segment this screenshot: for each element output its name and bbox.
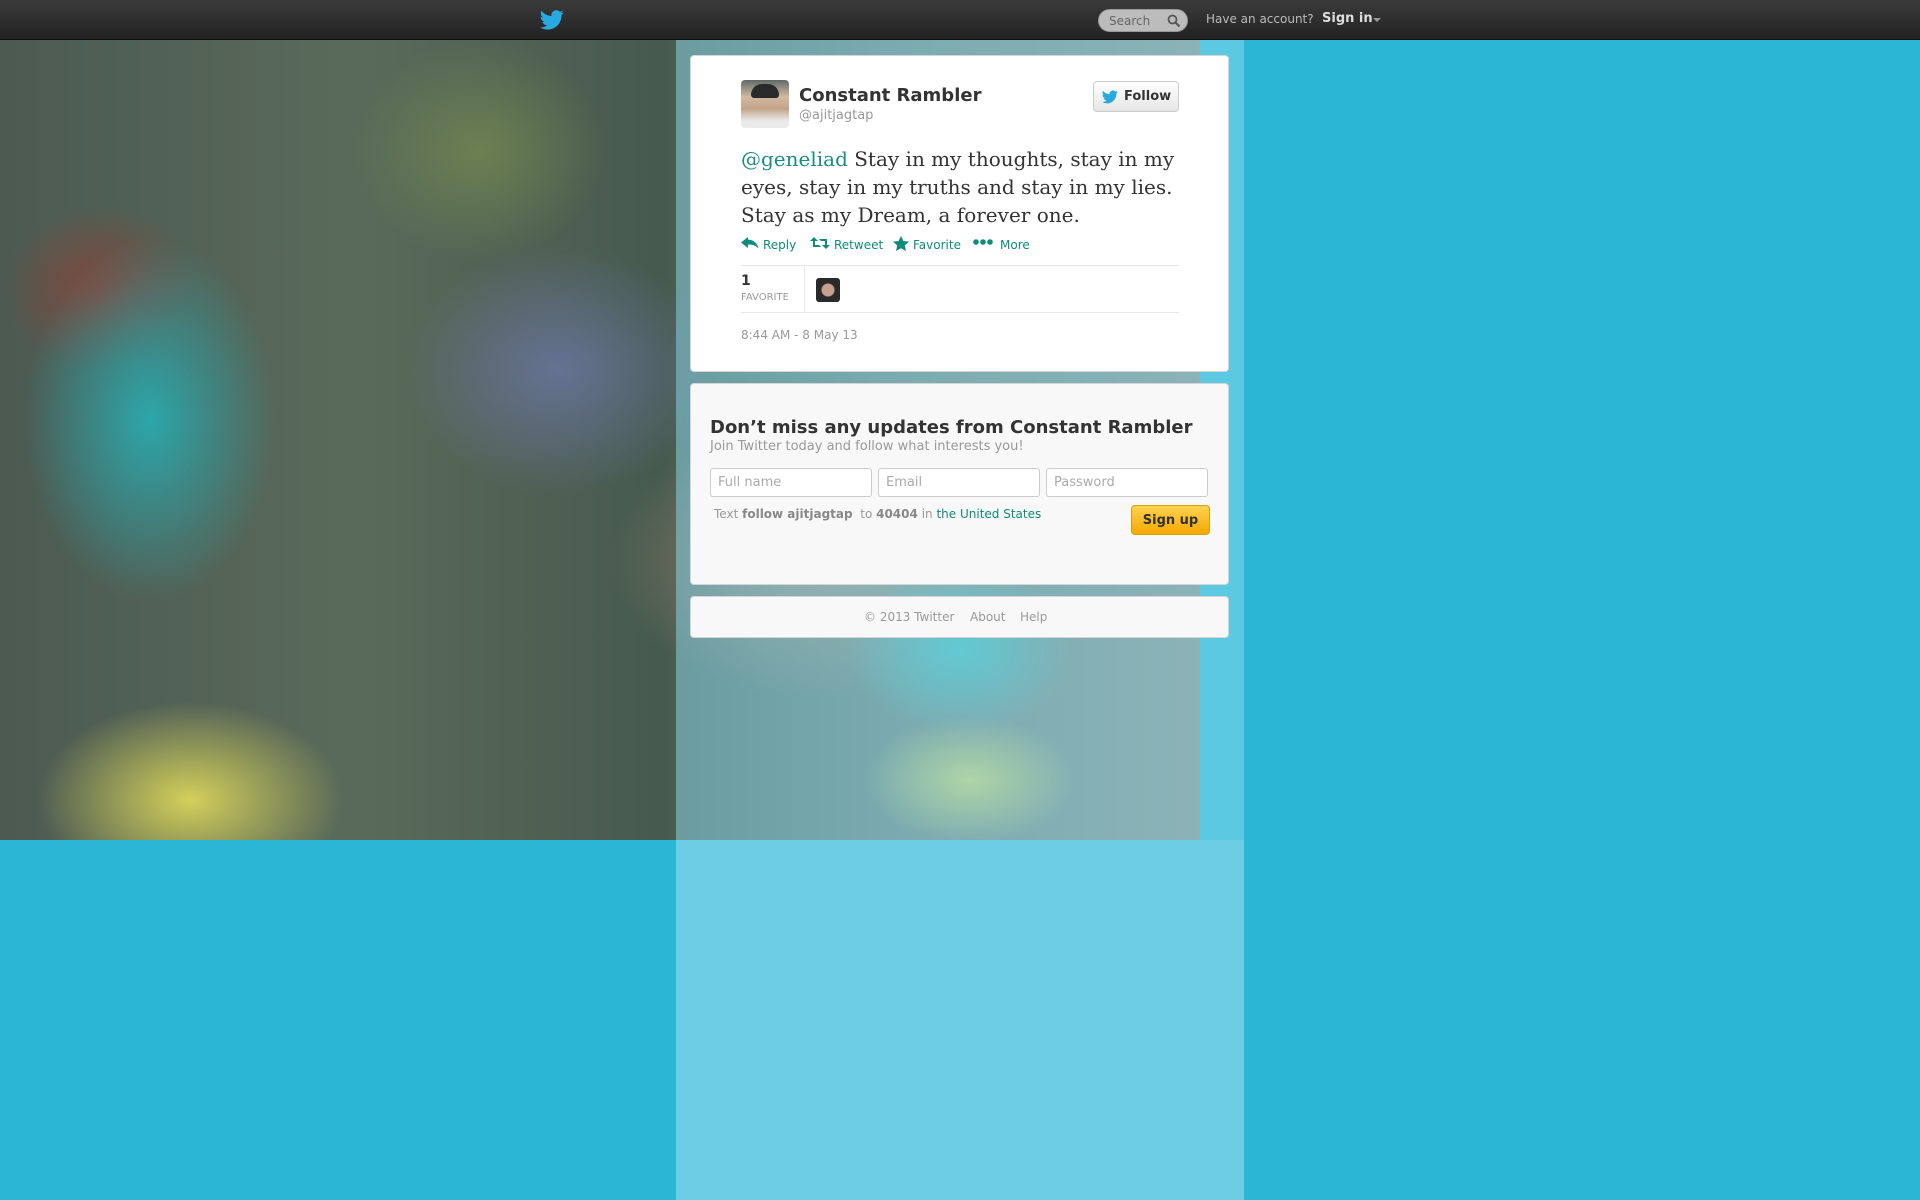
- twitter-bird-icon[interactable]: [540, 9, 564, 31]
- country-link[interactable]: the United States: [936, 507, 1041, 521]
- divider: [741, 312, 1179, 313]
- favoriter-avatar[interactable]: [816, 278, 840, 302]
- tweet-timestamp[interactable]: 8:44 AM - 8 May 13: [741, 328, 858, 342]
- footer-help-link[interactable]: Help: [1020, 610, 1047, 624]
- stats-separator: [804, 265, 805, 312]
- twitter-bird-icon: [1102, 90, 1118, 104]
- signup-title: Don’t miss any updates from Constant Ram…: [710, 417, 1193, 438]
- footer-card: © 2013 Twitter About Help: [690, 596, 1229, 638]
- footer-copyright: © 2013 Twitter: [864, 610, 955, 624]
- top-bar: Have an account? Sign in: [0, 0, 1920, 40]
- sms-command: follow ajitjagtap: [742, 507, 853, 521]
- email-field[interactable]: [878, 468, 1040, 497]
- sign-in-link[interactable]: Sign in: [1322, 11, 1373, 26]
- tweet-text: @geneliad Stay in my thoughts, stay in m…: [741, 145, 1181, 229]
- full-name-field[interactable]: [710, 468, 872, 497]
- chevron-down-icon[interactable]: [1373, 18, 1381, 22]
- background-center-stripe-lower: [676, 840, 1244, 1200]
- reply-icon: [741, 237, 759, 249]
- avatar[interactable]: [741, 80, 789, 128]
- background-right-panel: [1244, 40, 1920, 1200]
- sms-follow-line: Text follow ajitjagtap to 40404 in the U…: [714, 507, 1042, 521]
- footer-about-link[interactable]: About: [970, 610, 1005, 624]
- search-box[interactable]: [1098, 9, 1188, 32]
- follow-button-label: Follow: [1124, 89, 1172, 104]
- screen-name[interactable]: @ajitjagtap: [799, 108, 873, 123]
- have-account-text: Have an account?: [1206, 12, 1314, 26]
- favorite-count-label: FAVORITE: [741, 292, 789, 303]
- mention-link[interactable]: @geneliad: [741, 147, 848, 171]
- divider: [741, 265, 1179, 266]
- retweet-icon: [810, 237, 830, 249]
- signup-subtitle: Join Twitter today and follow what inter…: [710, 439, 1024, 454]
- display-name[interactable]: Constant Rambler: [799, 85, 981, 106]
- tweet-card: Constant Rambler @ajitjagtap Follow @gen…: [690, 55, 1229, 372]
- star-icon: [893, 236, 909, 251]
- search-input[interactable]: [1109, 13, 1165, 29]
- sms-number: 40404: [876, 507, 918, 521]
- signup-card: Don’t miss any updates from Constant Ram…: [690, 383, 1229, 585]
- follow-button[interactable]: Follow: [1093, 81, 1179, 112]
- favorite-count[interactable]: 1: [741, 273, 751, 289]
- sign-up-button[interactable]: Sign up: [1131, 505, 1210, 535]
- password-field[interactable]: [1046, 468, 1208, 497]
- search-icon[interactable]: [1167, 14, 1181, 28]
- more-dots-icon: [973, 239, 993, 245]
